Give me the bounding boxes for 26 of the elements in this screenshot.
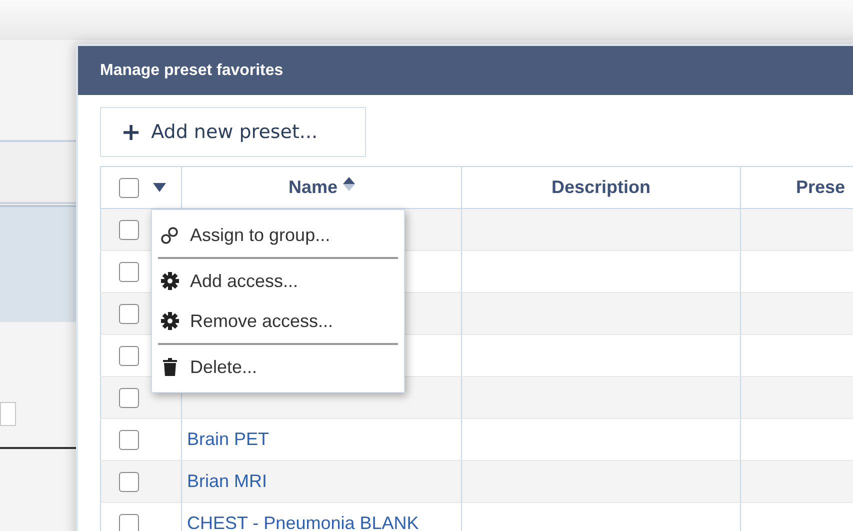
sort-icon (342, 177, 355, 191)
select-all-checkbox[interactable] (119, 178, 139, 198)
preset-name-link[interactable]: Brain PET (182, 429, 270, 449)
menu-item[interactable]: Add access... (152, 261, 404, 301)
link-icon (160, 225, 180, 245)
column-header[interactable]: Name (182, 166, 462, 208)
row-checkbox[interactable] (119, 472, 139, 492)
row-checkbox[interactable] (119, 262, 139, 282)
row-checkbox[interactable] (119, 514, 139, 531)
gear-icon (160, 311, 180, 331)
dropdown-caret-icon[interactable] (153, 183, 166, 192)
menu-item[interactable]: Remove access... (152, 301, 404, 341)
menu-item[interactable]: Assign to group... (152, 215, 404, 255)
plus-icon: + (121, 118, 142, 146)
row-checkbox[interactable] (119, 220, 139, 240)
menu-item[interactable]: Delete... (152, 347, 404, 387)
row-checkbox[interactable] (119, 430, 139, 450)
gear-icon (160, 271, 180, 291)
dialog-title: Manage preset favorites (78, 46, 853, 95)
preset-name-link[interactable]: Brian MRI (182, 471, 268, 491)
trash-icon (160, 357, 180, 377)
row-checkbox[interactable] (119, 388, 139, 408)
row-checkbox[interactable] (119, 346, 139, 366)
add-preset-button[interactable]: + Add new preset... (100, 107, 366, 157)
column-header[interactable]: Description (462, 166, 740, 208)
row-checkbox[interactable] (119, 304, 139, 324)
